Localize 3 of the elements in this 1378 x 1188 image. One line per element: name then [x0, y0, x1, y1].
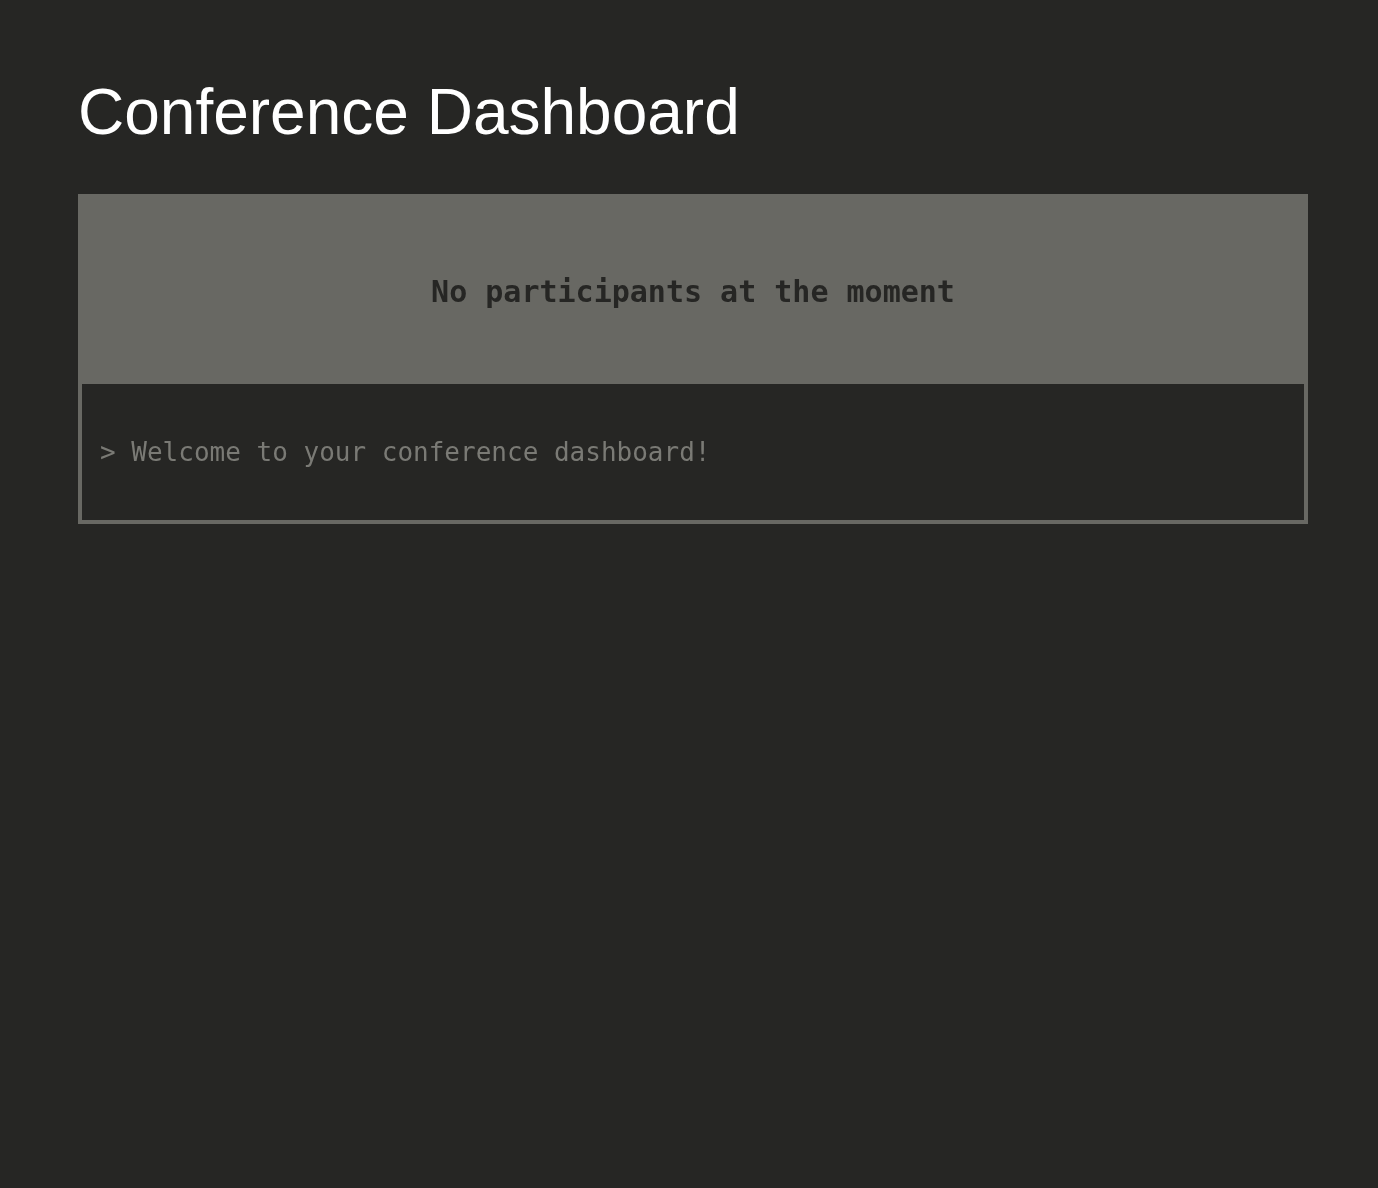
empty-message: No participants at the moment — [431, 272, 955, 311]
page-title: Conference Dashboard — [78, 75, 740, 150]
console-line: > Welcome to your conference dashboard! — [100, 436, 711, 469]
